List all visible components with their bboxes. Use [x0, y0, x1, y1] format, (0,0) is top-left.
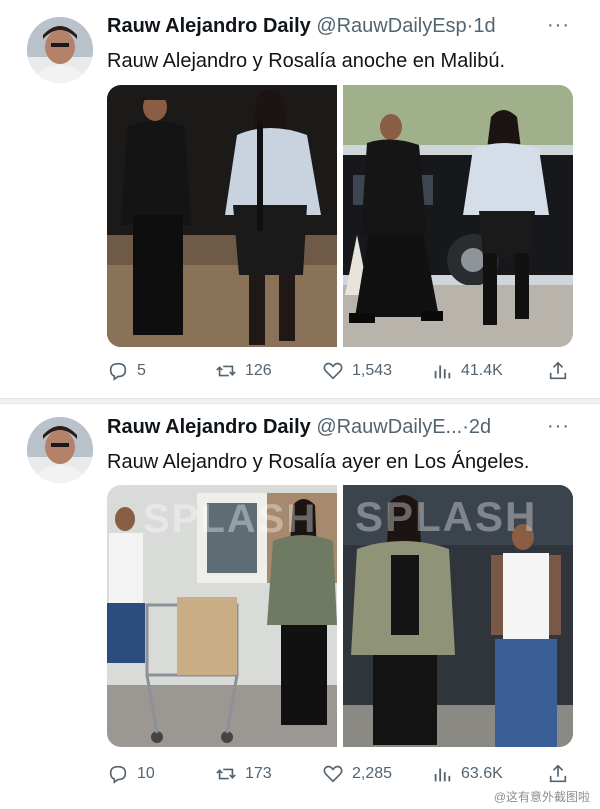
tweet-header: Rauw Alejandro Daily @RauwDailyEsp·1d — [107, 15, 496, 38]
photo[interactable]: SPLASH — [107, 485, 337, 747]
tweet-media[interactable] — [107, 85, 573, 347]
tweet-divider — [0, 398, 600, 404]
account-name[interactable]: Rauw Alejandro Daily — [107, 15, 311, 37]
like-count: 2,285 — [352, 765, 393, 782]
like-button[interactable]: 1,543 — [322, 360, 392, 382]
reply-count: 5 — [137, 362, 146, 379]
account-name[interactable]: Rauw Alejandro Daily — [107, 416, 311, 438]
timestamp[interactable]: 1d — [473, 15, 495, 37]
tweet-1[interactable]: Rauw Alejandro Daily @RauwDailyEsp·1d ··… — [0, 0, 600, 398]
share-icon — [549, 764, 567, 783]
account-handle[interactable]: @RauwDailyE... — [316, 416, 462, 438]
account-handle[interactable]: @RauwDailyEsp — [316, 15, 466, 37]
repost-count: 173 — [245, 765, 272, 782]
footer-watermark: @这有意外截图啦 — [493, 790, 590, 804]
tweet-actions: 5 126 1,543 41.4K — [107, 360, 573, 386]
share-button[interactable] — [547, 360, 569, 382]
tweet-2[interactable]: Rauw Alejandro Daily @RauwDailyE...·2d ·… — [0, 405, 600, 809]
photo[interactable] — [343, 85, 573, 347]
reply-icon — [109, 765, 127, 784]
tweet-header: Rauw Alejandro Daily @RauwDailyE...·2d — [107, 416, 491, 439]
repost-count: 126 — [245, 362, 272, 379]
views-count: 63.6K — [461, 765, 503, 782]
more-icon[interactable]: ··· — [547, 415, 570, 438]
photo-watermark: SPLASH — [143, 497, 318, 541]
like-icon — [323, 362, 343, 380]
like-icon — [323, 765, 343, 783]
views-icon — [434, 365, 451, 379]
reply-button[interactable]: 5 — [107, 360, 146, 382]
reply-icon — [109, 362, 127, 381]
views-button[interactable]: 63.6K — [431, 763, 503, 785]
photo[interactable] — [107, 85, 337, 347]
avatar[interactable] — [27, 417, 93, 483]
timestamp[interactable]: 2d — [469, 416, 491, 438]
more-icon[interactable]: ··· — [547, 14, 570, 37]
views-icon — [434, 768, 451, 782]
tweet-text: Rauw Alejandro y Rosalía anoche en Malib… — [107, 50, 506, 72]
like-count: 1,543 — [352, 362, 393, 379]
reply-count: 10 — [137, 765, 155, 782]
tweet-media[interactable]: SPLASH SPLASH — [107, 485, 573, 747]
share-icon — [549, 361, 567, 380]
share-button[interactable] — [547, 763, 569, 785]
photo[interactable]: SPLASH — [343, 485, 573, 747]
repost-icon — [216, 768, 236, 780]
views-count: 41.4K — [461, 362, 503, 379]
reply-button[interactable]: 10 — [107, 763, 155, 785]
views-button[interactable]: 41.4K — [431, 360, 503, 382]
like-button[interactable]: 2,285 — [322, 763, 392, 785]
repost-button[interactable]: 126 — [215, 360, 272, 382]
photo-watermark: SPLASH — [355, 493, 538, 540]
repost-button[interactable]: 173 — [215, 763, 272, 785]
separator-dot: · — [462, 416, 469, 438]
tweet-actions: 10 173 2,285 63.6K — [107, 763, 573, 789]
tweet-text: Rauw Alejandro y Rosalía ayer en Los Áng… — [107, 451, 530, 473]
repost-icon — [216, 365, 236, 377]
avatar[interactable] — [27, 17, 93, 83]
